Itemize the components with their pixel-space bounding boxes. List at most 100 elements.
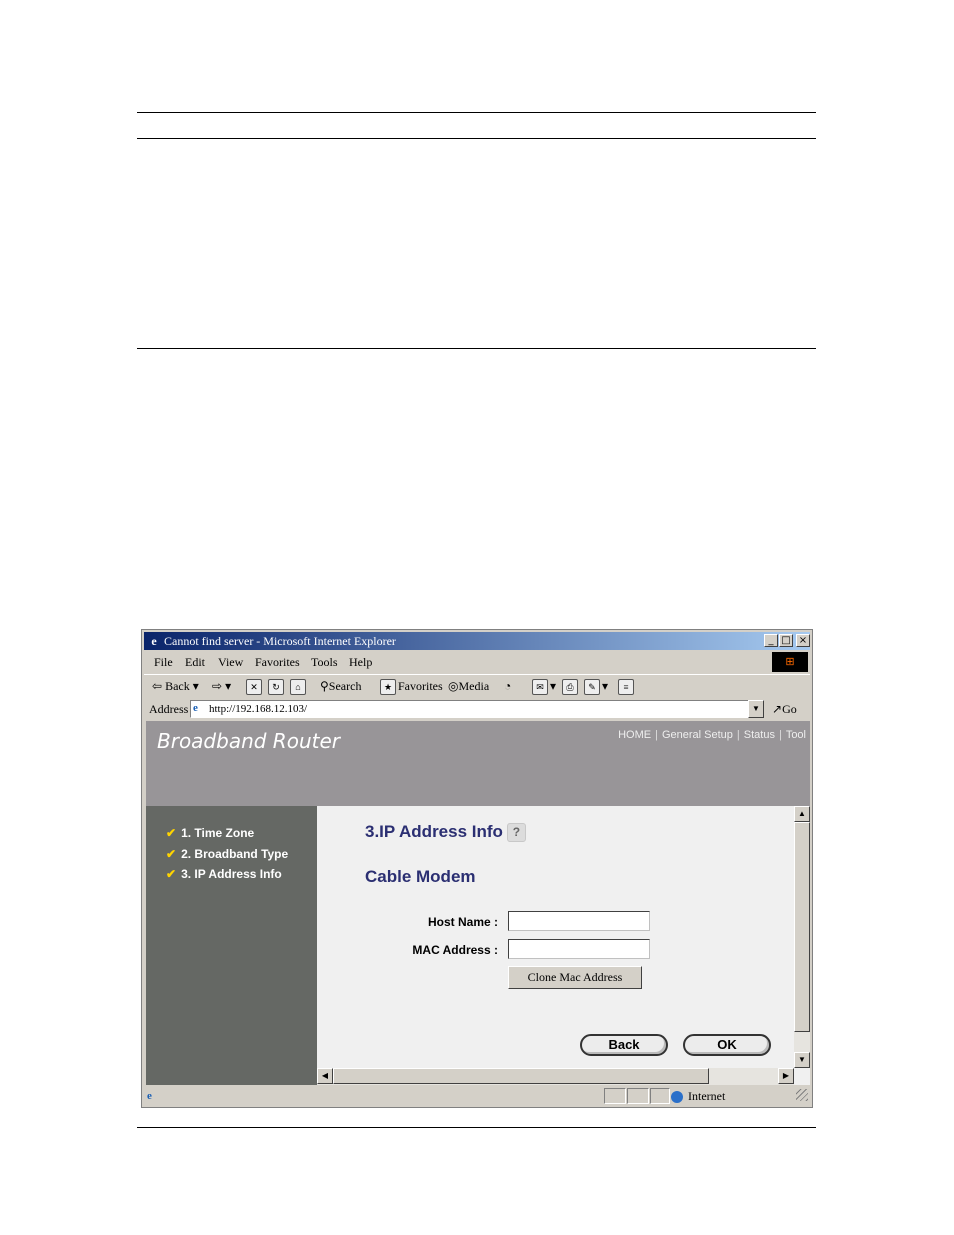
go-arrow-icon: ↗: [772, 702, 783, 716]
edit-button[interactable]: ✎ ▾: [584, 675, 608, 697]
status-cell: [627, 1088, 649, 1104]
page-status-icon: e: [147, 1090, 152, 1102]
status-cell: [604, 1088, 626, 1104]
nav-separator: |: [778, 729, 782, 741]
zone-label: Internet: [688, 1089, 726, 1103]
history-button[interactable]: ◔: [504, 675, 511, 697]
windows-logo-icon: ⊞: [772, 652, 808, 672]
go-button[interactable]: ↗Go: [772, 698, 797, 720]
nav-tool[interactable]: Tool: [786, 729, 806, 741]
scroll-up-icon[interactable]: ▲: [794, 806, 810, 822]
stop-icon: ✕: [246, 679, 262, 696]
scroll-down-icon[interactable]: ▼: [794, 1052, 810, 1068]
search-button[interactable]: ⚲Search: [320, 675, 361, 697]
steps-sidebar: ✔ 1. Time Zone ✔ 2. Broadband Type ✔ 3. IP …: [146, 806, 317, 1085]
browser-window: e Cannot find server - Microsoft Interne…: [141, 629, 813, 1108]
status-bar: e Internet: [144, 1087, 810, 1105]
discuss-button[interactable]: ≡: [618, 675, 636, 697]
step-label: 2. Broadband Type: [181, 847, 289, 861]
back-page-button[interactable]: Back: [580, 1034, 668, 1056]
main-panel: 3.IP Address Info? Cable Modem Host Name…: [317, 806, 794, 1068]
page-icon: e: [193, 702, 198, 714]
media-icon: ◎: [448, 679, 459, 693]
top-rule-2: [137, 138, 816, 139]
close-button[interactable]: ×: [796, 634, 810, 647]
discuss-icon: ≡: [618, 679, 634, 696]
nav-separator: |: [655, 729, 658, 741]
ok-button[interactable]: OK: [683, 1034, 771, 1056]
mac-address-label: MAC Address :: [412, 943, 498, 957]
mail-button[interactable]: ✉ ▾: [532, 675, 556, 697]
menu-view[interactable]: View: [218, 652, 243, 672]
refresh-button[interactable]: ↻: [268, 675, 286, 697]
heading-text: 3.IP Address Info: [365, 822, 503, 841]
menu-edit[interactable]: Edit: [185, 652, 205, 672]
menu-help[interactable]: Help: [349, 652, 372, 672]
nav-status[interactable]: Status: [744, 729, 775, 741]
vertical-scrollbar[interactable]: ▲ ▼: [794, 806, 810, 1068]
bottom-rule: [137, 1127, 816, 1128]
media-button[interactable]: ◎Media: [448, 675, 489, 697]
mail-icon: ✉: [532, 679, 548, 696]
vertical-scroll-thumb[interactable]: [794, 822, 810, 1032]
nav-general-setup[interactable]: General Setup: [662, 729, 733, 741]
search-icon: ⚲: [320, 679, 329, 693]
check-icon: ✔: [166, 847, 177, 861]
mac-address-input[interactable]: [508, 939, 650, 959]
forward-button[interactable]: ⇨ ▾: [212, 675, 231, 697]
horizontal-scroll-thumb[interactable]: [333, 1068, 709, 1084]
host-name-label: Host Name :: [427, 915, 498, 929]
ie-logo-icon: e: [151, 634, 157, 648]
step-ip-address-info[interactable]: ✔ 3. IP Address Info: [166, 866, 282, 882]
scroll-left-icon[interactable]: ◀: [317, 1068, 333, 1084]
page-heading: 3.IP Address Info?: [365, 821, 526, 843]
top-nav: HOME | General Setup | Status | Tool: [618, 727, 806, 743]
horizontal-scrollbar[interactable]: ◀ ▶: [317, 1068, 794, 1085]
home-button[interactable]: ⌂: [290, 675, 308, 697]
mid-rule: [137, 348, 816, 349]
history-icon: ◔: [504, 679, 512, 693]
step-label: 3. IP Address Info: [181, 867, 282, 881]
address-url: http://192.168.12.103/: [209, 703, 308, 715]
back-button[interactable]: ⇦ Back ▾: [152, 675, 199, 697]
host-name-input[interactable]: [508, 911, 650, 931]
step-broadband-type[interactable]: ✔ 2. Broadband Type: [166, 846, 288, 862]
nav-home[interactable]: HOME: [618, 729, 651, 741]
print-icon: ⎙: [562, 679, 578, 696]
step-time-zone[interactable]: ✔ 1. Time Zone: [166, 825, 254, 841]
window-title: Cannot find server - Microsoft Internet …: [164, 634, 396, 648]
favorites-icon: ★: [380, 679, 396, 696]
edit-icon: ✎: [584, 679, 600, 696]
menu-favorites[interactable]: Favorites: [255, 652, 300, 672]
globe-icon: [671, 1091, 683, 1104]
address-bar: Address e http://192.168.12.103/ ▼ ↗Go: [144, 698, 810, 720]
brand-title: Broadband Router: [157, 729, 340, 753]
address-input[interactable]: e http://192.168.12.103/: [190, 700, 762, 718]
menu-file[interactable]: File: [154, 652, 173, 672]
title-bar: e Cannot find server - Microsoft Interne…: [144, 632, 810, 650]
menu-tools[interactable]: Tools: [311, 652, 338, 672]
section-heading: Cable Modem: [365, 867, 476, 886]
stop-button[interactable]: ✕: [246, 675, 264, 697]
page-viewport: Broadband Router HOME | General Setup | Stat…: [146, 721, 810, 1085]
scroll-right-icon[interactable]: ▶: [778, 1068, 794, 1084]
router-header: Broadband Router HOME | General Setup | Stat…: [146, 721, 810, 806]
check-icon: ✔: [166, 867, 177, 881]
favorites-label: Favorites: [398, 679, 443, 693]
search-label: Search: [328, 679, 362, 693]
back-arrow-icon: ⇦: [152, 679, 163, 693]
help-icon[interactable]: ?: [506, 823, 526, 843]
favorites-button[interactable]: ★ Favorites: [380, 675, 443, 697]
clone-mac-address-button[interactable]: Clone Mac Address: [508, 966, 642, 989]
resize-grip-icon[interactable]: [796, 1089, 808, 1101]
top-rule-1: [137, 112, 816, 113]
address-dropdown-button[interactable]: ▼: [748, 700, 764, 718]
media-label: Media: [458, 679, 490, 693]
back-label: Back: [165, 679, 190, 693]
menu-bar: File Edit View Favorites Tools Help: [144, 652, 810, 672]
status-cell: [650, 1088, 670, 1104]
minimize-button[interactable]: _: [764, 634, 778, 647]
print-button[interactable]: ⎙: [562, 675, 580, 697]
maximize-button[interactable]: □: [779, 634, 793, 647]
refresh-icon: ↻: [268, 679, 284, 696]
